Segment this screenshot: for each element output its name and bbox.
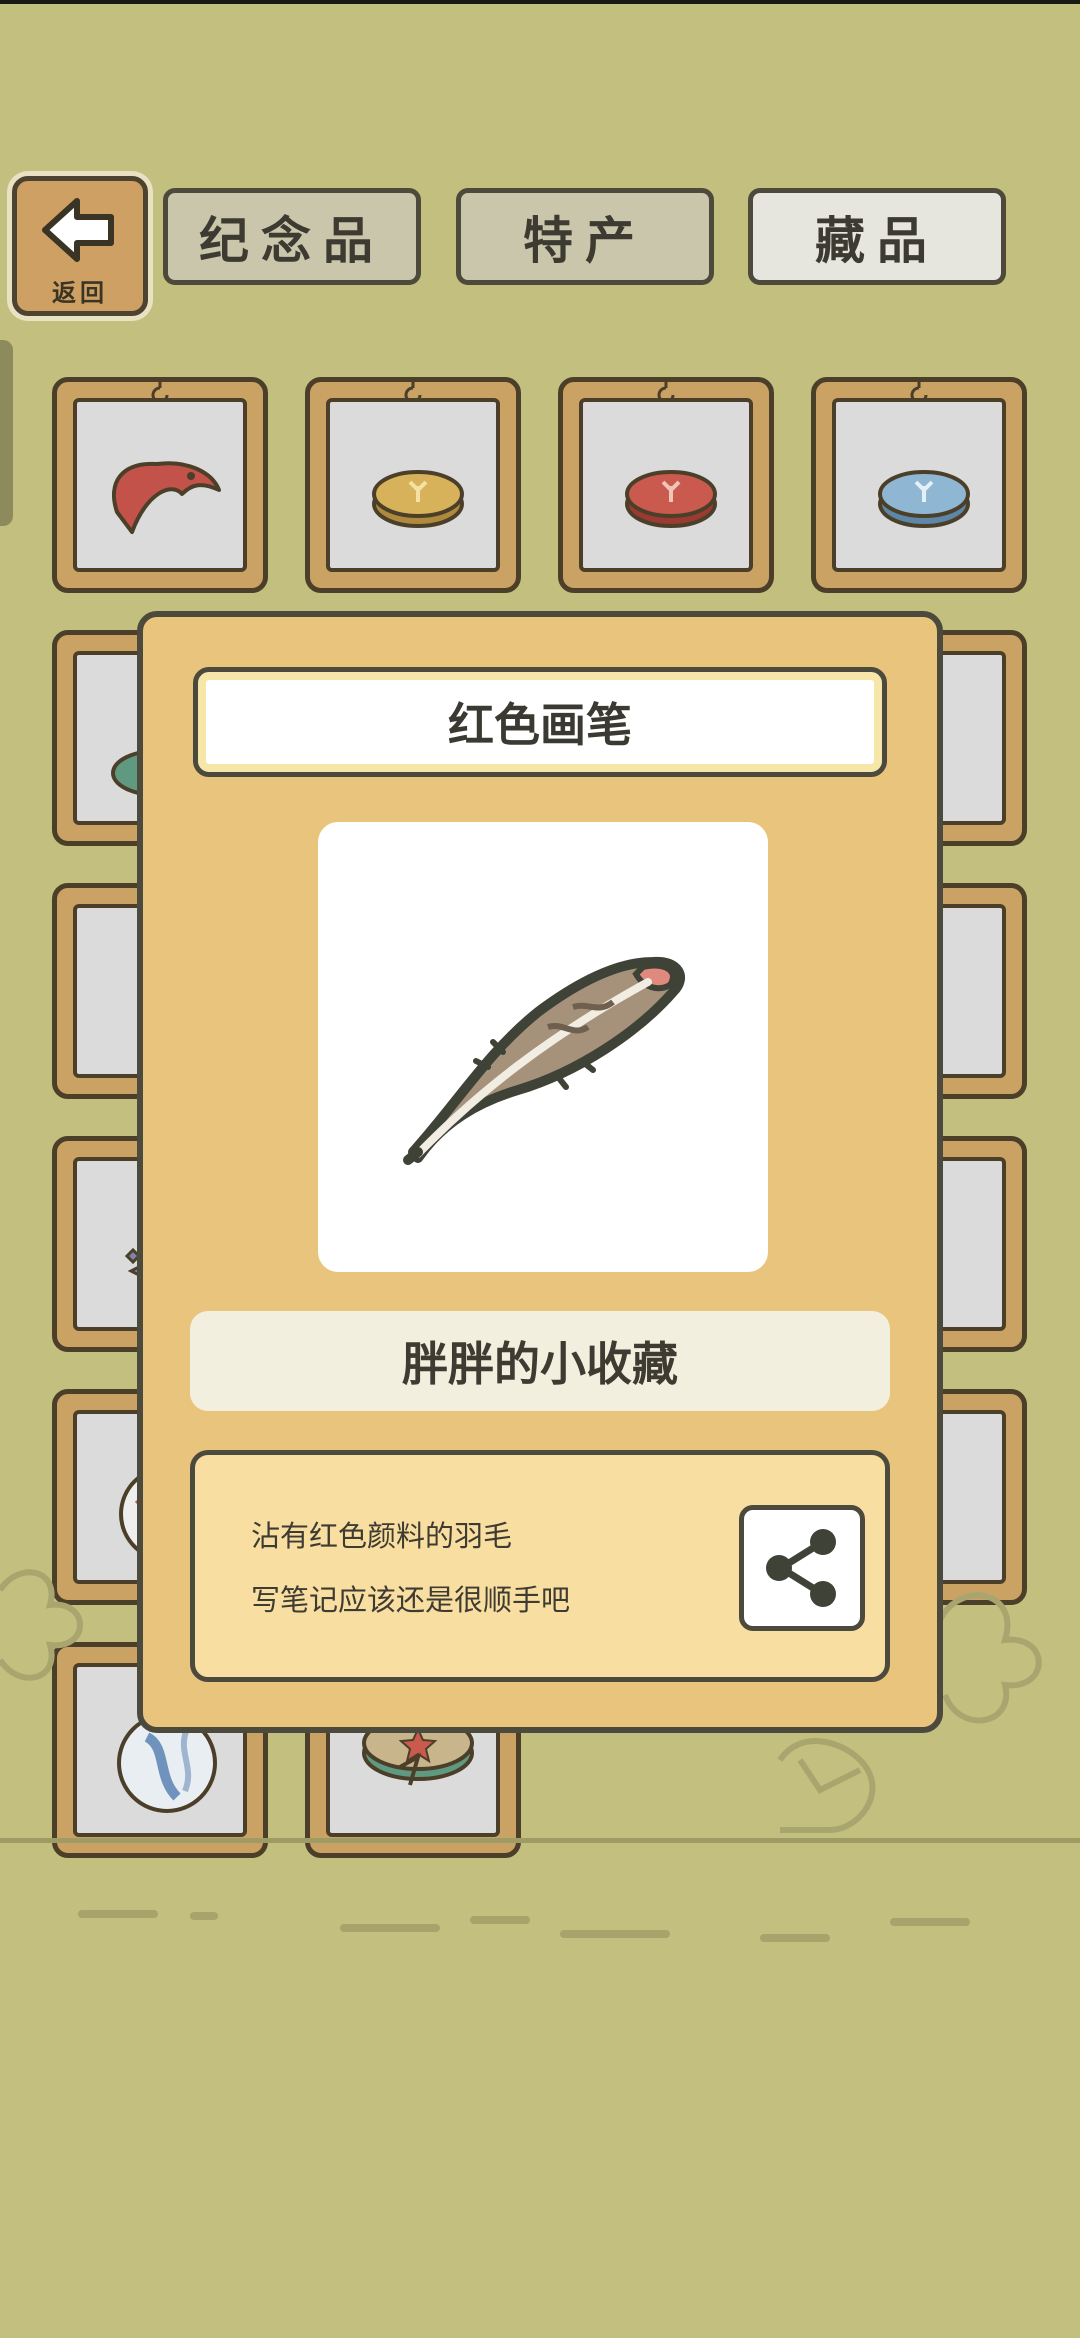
- ground-dash: [190, 1912, 218, 1920]
- tab-specialties[interactable]: 特产: [456, 188, 714, 285]
- tab-collectibles[interactable]: 藏品: [748, 188, 1006, 285]
- ground-dash: [470, 1916, 530, 1924]
- item-preview: [318, 822, 768, 1272]
- back-label: 返回: [52, 279, 108, 307]
- tab-souvenirs[interactable]: 纪念品: [163, 188, 421, 285]
- red-feather-quill-icon: [403, 956, 685, 1165]
- item-description-box: 沾有红色颜料的羽毛 写笔记应该还是很顺手吧: [190, 1450, 890, 1682]
- item-detail-dialog: 红色画笔 胖胖的小收藏 沾有红色颜料的羽毛 写笔记应该还是很顺手吧: [137, 611, 943, 1733]
- yellow-coin-icon: [372, 470, 464, 528]
- back-button[interactable]: 返回: [12, 176, 148, 316]
- collection-slot[interactable]: [305, 377, 521, 593]
- ground-dash: [340, 1924, 440, 1932]
- back-arrow-icon: [42, 198, 114, 262]
- item-description-line: 沾有红色颜料的羽毛: [251, 1519, 513, 1553]
- ground-dash: [78, 1910, 158, 1918]
- red-mask-icon: [111, 461, 221, 534]
- blue-coin-icon: [878, 470, 970, 528]
- collection-slot[interactable]: [558, 377, 774, 593]
- item-description-line: 写笔记应该还是很顺手吧: [251, 1583, 571, 1617]
- item-category: 胖胖的小收藏: [190, 1311, 890, 1411]
- ground-dash: [760, 1934, 830, 1942]
- collection-slot[interactable]: [811, 377, 1027, 593]
- side-drawer-handle[interactable]: [0, 340, 13, 526]
- item-title: 红色画笔: [193, 667, 887, 777]
- share-button[interactable]: [739, 1505, 865, 1631]
- status-bar: [0, 0, 1080, 4]
- ground-line: [0, 1838, 1080, 1843]
- red-coin-icon: [625, 470, 717, 528]
- collection-slot[interactable]: [52, 377, 268, 593]
- ground-dash: [560, 1930, 670, 1938]
- ground-dash: [890, 1918, 970, 1926]
- share-icon: [766, 1529, 836, 1607]
